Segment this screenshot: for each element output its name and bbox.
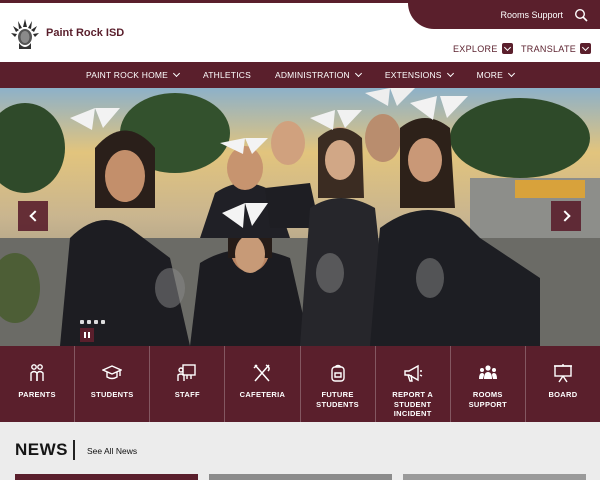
nav-item-more[interactable]: MORE bbox=[465, 69, 526, 80]
chevron-down-icon bbox=[580, 43, 592, 54]
quick-link-staff[interactable]: STAFF bbox=[150, 346, 226, 422]
explore-button[interactable]: EXPLORE bbox=[453, 43, 513, 54]
nav-item-paint-rock-home[interactable]: PAINT ROCK HOME bbox=[74, 69, 191, 80]
quick-link-label: STUDENTS bbox=[90, 390, 134, 399]
chevron-down-icon bbox=[172, 69, 181, 78]
quick-link-label: CAFETERIA bbox=[239, 390, 286, 399]
pause-icon bbox=[84, 332, 86, 338]
site-name[interactable]: Paint Rock ISD bbox=[46, 27, 124, 39]
news-card[interactable] bbox=[403, 474, 586, 480]
chevron-down-icon bbox=[501, 43, 513, 54]
slide-dot[interactable] bbox=[80, 320, 84, 324]
quick-link-rooms-support[interactable]: ROOMS SUPPORT bbox=[451, 346, 526, 422]
rooms-support-link[interactable]: Rooms Support bbox=[500, 10, 563, 20]
graduation-cap-icon bbox=[102, 365, 123, 380]
previous-slide-button[interactable] bbox=[18, 201, 48, 231]
top-utility-bar: Rooms Support bbox=[408, 3, 600, 29]
quick-link-parents[interactable]: PARENTS bbox=[0, 346, 76, 422]
chevron-down-icon bbox=[354, 69, 362, 78]
district-logo[interactable] bbox=[10, 17, 40, 51]
backpack-icon bbox=[330, 364, 345, 382]
megaphone-icon bbox=[403, 364, 423, 382]
page: Rooms Support Paint Rock ISD EXPLORE TRA… bbox=[0, 0, 600, 480]
nav-item-extensions[interactable]: EXTENSIONS bbox=[373, 69, 465, 80]
quick-link-label: STAFF bbox=[174, 390, 200, 399]
translate-button[interactable]: TRANSLATE bbox=[521, 43, 592, 54]
staff-board-icon bbox=[177, 364, 197, 381]
news-card[interactable] bbox=[15, 474, 198, 480]
quick-link-label: BOARD bbox=[548, 390, 578, 399]
chevron-down-icon bbox=[446, 69, 454, 78]
site-header: Rooms Support Paint Rock ISD EXPLORE TRA… bbox=[0, 0, 600, 62]
pause-icon bbox=[88, 332, 90, 338]
next-slide-button[interactable] bbox=[551, 201, 581, 231]
see-all-news-link[interactable]: See All News bbox=[87, 446, 137, 456]
slide-dot[interactable] bbox=[87, 320, 91, 324]
nav-item-athletics[interactable]: ATHLETICS bbox=[191, 70, 263, 80]
translate-label: TRANSLATE bbox=[521, 43, 577, 54]
quick-links: PARENTS STUDENTS STAFF CAFETERIA FUTURE … bbox=[0, 346, 600, 422]
nav-item-label: ATHLETICS bbox=[203, 70, 251, 80]
search-icon[interactable] bbox=[574, 8, 588, 22]
slide-dot[interactable] bbox=[94, 320, 98, 324]
hero-photo bbox=[0, 88, 600, 346]
explore-label: EXPLORE bbox=[453, 43, 498, 54]
nav-item-label: PAINT ROCK HOME bbox=[86, 70, 169, 80]
nav-item-label: MORE bbox=[476, 70, 503, 80]
quick-link-label: PARENTS bbox=[18, 390, 56, 399]
news-card[interactable] bbox=[209, 474, 392, 480]
quick-link-label: FUTURE STUDENTS bbox=[316, 390, 359, 409]
news-section: NEWS See All News bbox=[0, 422, 600, 480]
quick-link-students[interactable]: STUDENTS bbox=[75, 346, 151, 422]
parents-icon bbox=[30, 364, 44, 381]
quick-link-label: ROOMS SUPPORT bbox=[468, 390, 507, 409]
utensils-icon bbox=[253, 364, 271, 382]
news-heading: NEWS bbox=[15, 440, 68, 459]
chevron-left-icon bbox=[28, 210, 41, 222]
chevron-right-icon bbox=[558, 210, 571, 222]
slide-indicators bbox=[80, 320, 105, 324]
nav-item-label: ADMINISTRATION bbox=[274, 70, 350, 80]
quick-link-board[interactable]: BOARD bbox=[526, 346, 600, 422]
nav-item-label: EXTENSIONS bbox=[384, 70, 442, 80]
quick-link-cafeteria[interactable]: CAFETERIA bbox=[225, 346, 301, 422]
quick-link-label: REPORT A STUDENT INCIDENT bbox=[392, 390, 434, 418]
group-icon bbox=[478, 365, 497, 379]
nav-item-administration[interactable]: ADMINISTRATION bbox=[263, 69, 373, 80]
main-navigation: PAINT ROCK HOME ATHLETICS ADMINISTRATION… bbox=[0, 62, 600, 88]
hero-slideshow bbox=[0, 88, 600, 346]
quick-link-future-students[interactable]: FUTURE STUDENTS bbox=[301, 346, 376, 422]
pause-button[interactable] bbox=[80, 328, 94, 342]
slide-dot[interactable] bbox=[101, 320, 105, 324]
divider bbox=[73, 440, 75, 460]
presentation-board-icon bbox=[553, 364, 572, 383]
quick-link-report-incident[interactable]: REPORT A STUDENT INCIDENT bbox=[376, 346, 451, 422]
chevron-down-icon bbox=[507, 69, 516, 78]
